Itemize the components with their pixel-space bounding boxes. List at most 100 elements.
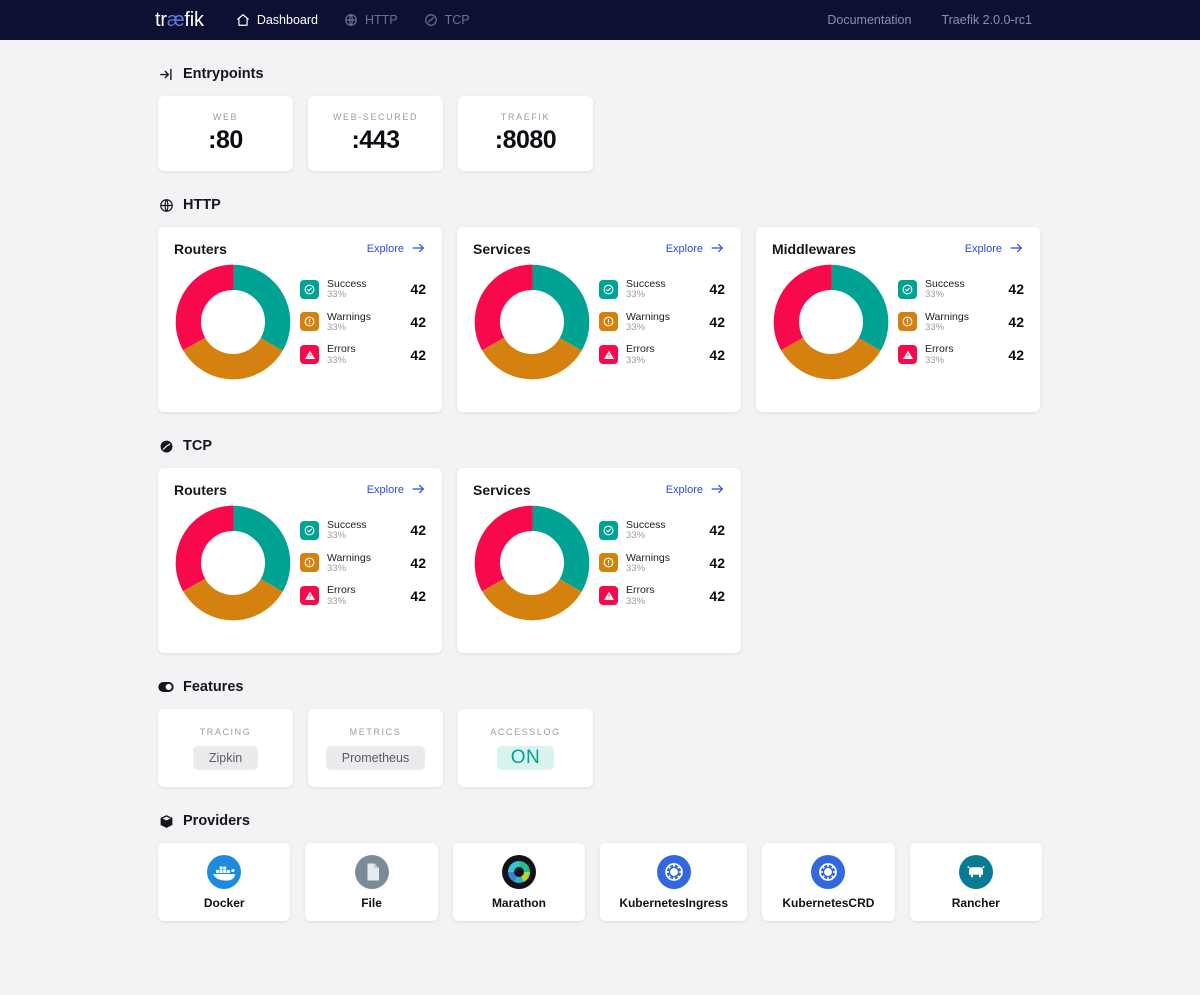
arrow-right-icon — [1009, 242, 1024, 257]
explore-label: Explore — [965, 243, 1002, 255]
nav-item-http[interactable]: HTTP — [344, 13, 398, 27]
nav-item-tcp[interactable]: TCP — [424, 13, 470, 27]
legend-value: 42 — [1008, 347, 1024, 363]
feature-card-metrics[interactable]: METRICS Prometheus — [308, 709, 443, 787]
legend-value: 42 — [709, 347, 725, 363]
stat-card-body: Success 33% 42 Warnings 33% 42 — [473, 263, 725, 381]
legend-label: Success — [626, 278, 703, 290]
explore-label: Explore — [367, 484, 404, 496]
provider-card-file[interactable]: File — [305, 843, 437, 921]
entrypoint-card[interactable]: TRAEFIK :8080 — [458, 96, 593, 171]
legend-item: Errors 33% 42 — [898, 343, 1024, 366]
provider-card-kubernetes-crd[interactable]: KubernetesCRD — [762, 843, 894, 921]
legend-percent: 33% — [327, 356, 404, 367]
top-navbar: træfik Dashboard HTTP — [0, 0, 1200, 40]
globe-icon — [158, 197, 174, 213]
provider-card-marathon[interactable]: Marathon — [453, 843, 585, 921]
stat-card-body: Success 33% 42 Warnings 33% 42 — [772, 263, 1024, 381]
provider-card-rancher[interactable]: Rancher — [910, 843, 1042, 921]
legend-percent: 33% — [925, 323, 1002, 334]
entrypoint-card[interactable]: WEB :80 — [158, 96, 293, 171]
tcp-icon — [158, 438, 174, 454]
providers-row: Docker File — [158, 843, 1042, 921]
nav-item-dashboard[interactable]: Dashboard — [236, 13, 318, 27]
traefik-logo[interactable]: træfik — [155, 9, 204, 32]
section-header-providers: Providers — [158, 813, 1042, 829]
tcp-cards-row: Routers Explore — [158, 468, 1042, 653]
check-circle-icon — [599, 521, 618, 540]
section-header-http: HTTP — [158, 197, 1042, 213]
stat-card-http-services: Services Explore — [457, 227, 741, 412]
legend-value: 42 — [709, 314, 725, 330]
nav-right: Documentation Traefik 2.0.0-rc1 — [827, 13, 1032, 27]
legend-item: Success 33% 42 — [599, 519, 725, 542]
docker-icon — [207, 855, 241, 889]
provider-card-docker[interactable]: Docker — [158, 843, 290, 921]
legend-label: Success — [626, 519, 703, 531]
kubernetes-icon — [657, 855, 691, 889]
legend-value: 42 — [410, 588, 426, 604]
feature-card-tracing[interactable]: TRACING Zipkin — [158, 709, 293, 787]
entrypoint-name: WEB-SECURED — [333, 112, 418, 122]
stat-card-header: Routers Explore — [174, 241, 426, 257]
provider-name: Docker — [204, 896, 245, 910]
legend-item: Success 33% 42 — [300, 278, 426, 301]
section-header-features: Features — [158, 679, 1042, 695]
donut-chart-http-middlewares — [772, 263, 892, 381]
explore-link[interactable]: Explore — [965, 242, 1024, 257]
explore-link[interactable]: Explore — [367, 242, 426, 257]
explore-link[interactable]: Explore — [666, 483, 725, 498]
explore-link[interactable]: Explore — [666, 242, 725, 257]
feature-name: TRACING — [200, 727, 252, 737]
page-content: Entrypoints WEB :80 WEB-SECURED :443 TRA… — [0, 40, 1200, 921]
explore-link[interactable]: Explore — [367, 483, 426, 498]
arrow-right-icon — [411, 242, 426, 257]
legend-item: Errors 33% 42 — [300, 343, 426, 366]
legend-value: 42 — [709, 555, 725, 571]
feature-value: Zipkin — [193, 746, 258, 770]
legend-label: Warnings — [626, 552, 703, 564]
stat-card-header: Routers Explore — [174, 482, 426, 498]
home-icon — [236, 13, 250, 27]
legend-percent: 33% — [327, 597, 404, 608]
exclamation-circle-icon — [300, 553, 319, 572]
legend-value: 42 — [410, 281, 426, 297]
check-circle-icon — [300, 280, 319, 299]
legend-label: Success — [925, 278, 1002, 290]
exclamation-circle-icon — [300, 312, 319, 331]
legend-percent: 33% — [626, 290, 703, 301]
entrypoint-card[interactable]: WEB-SECURED :443 — [308, 96, 443, 171]
documentation-link[interactable]: Documentation — [827, 13, 911, 27]
legend-item: Success 33% 42 — [599, 278, 725, 301]
entrypoint-port: :443 — [351, 126, 399, 155]
legend-percent: 33% — [327, 323, 404, 334]
legend-label: Success — [327, 519, 404, 531]
stat-card-title: Routers — [174, 241, 227, 257]
features-row: TRACING Zipkin METRICS Prometheus ACCESS… — [158, 709, 1042, 787]
legend-http-routers: Success 33% 42 Warnings 33% 42 — [294, 278, 426, 367]
stat-card-title: Routers — [174, 482, 227, 498]
warning-triangle-icon — [599, 586, 618, 605]
legend-value: 42 — [1008, 281, 1024, 297]
stat-card-body: Success 33% 42 Warnings 33% 42 — [174, 504, 426, 622]
warning-triangle-icon — [300, 345, 319, 364]
check-circle-icon — [599, 280, 618, 299]
exclamation-circle-icon — [599, 553, 618, 572]
stat-card-tcp-services: Services Explore — [457, 468, 741, 653]
provider-name: KubernetesIngress — [619, 896, 728, 910]
logo-part-2: fik — [184, 9, 203, 31]
entrypoint-port: :80 — [208, 126, 243, 155]
feature-value: ON — [497, 746, 555, 770]
legend-label: Errors — [925, 343, 1002, 355]
warning-triangle-icon — [898, 345, 917, 364]
check-circle-icon — [300, 521, 319, 540]
provider-card-kubernetes-ingress[interactable]: KubernetesIngress — [600, 843, 747, 921]
feature-card-accesslog[interactable]: ACCESSLOG ON — [458, 709, 593, 787]
legend-percent: 33% — [327, 290, 404, 301]
legend-value: 42 — [709, 588, 725, 604]
arrow-right-icon — [710, 483, 725, 498]
donut-chart-tcp-services — [473, 504, 593, 622]
legend-value: 42 — [410, 522, 426, 538]
legend-value: 42 — [709, 522, 725, 538]
explore-label: Explore — [666, 243, 703, 255]
